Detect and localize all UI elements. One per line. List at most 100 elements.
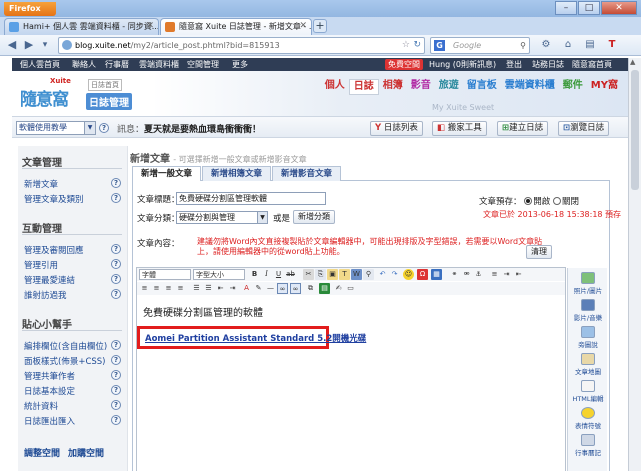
caption-tool-button[interactable]: 旁圖說 (568, 326, 608, 349)
video-tool-button[interactable]: 影片/音樂 (568, 299, 608, 322)
scroll-thumb[interactable] (631, 70, 639, 190)
site-link-more[interactable]: 更多 (232, 58, 248, 71)
paste-text-icon[interactable]: T (339, 269, 350, 280)
nav-guestbook[interactable]: 留言板 (463, 79, 501, 95)
sidebar-item-basic-settings[interactable]: 日誌基本設定 (24, 385, 75, 397)
photo-tool-button[interactable]: 照片/圖片 (568, 272, 608, 295)
help-icon[interactable]: ? (111, 415, 121, 425)
browser-tab-xuite[interactable]: 隨意窩 Xuite 日誌管理 - 新增文章 - ... ✕ (160, 18, 312, 35)
nav-cloud-cabinet[interactable]: 雲端資料櫃 (501, 79, 559, 95)
help-icon[interactable]: ? (111, 274, 121, 284)
site-link-site-blog[interactable]: 站務日誌 (532, 58, 564, 71)
home-icon[interactable]: ⌂ (559, 37, 577, 53)
undo-icon[interactable]: ↶ (377, 269, 388, 280)
site-identity-icon[interactable] (62, 40, 72, 50)
source-icon[interactable]: ▭ (345, 283, 356, 294)
nav-video[interactable]: 影音 (407, 79, 435, 95)
new-tab-button[interactable]: + (313, 19, 327, 33)
maximize-button[interactable]: □ (578, 1, 600, 15)
site-link-xuite-home[interactable]: 隨意窩首頁 (572, 58, 612, 71)
table-icon[interactable]: ▦ (431, 269, 442, 280)
paste-icon[interactable]: ▣ (327, 269, 338, 280)
nav-my-nest[interactable]: MY窩 (587, 79, 622, 95)
sidebar-item-manage-trackbacks[interactable]: 管理引用 (24, 259, 58, 271)
sidebar-item-theme-css[interactable]: 面板樣式(佈景+CSS) (24, 355, 105, 367)
nav-album[interactable]: 相簿 (379, 79, 407, 95)
redo-icon[interactable]: ↷ (389, 269, 400, 280)
tab-new-album-article[interactable]: 新增相簿文章 (202, 166, 272, 181)
sidebar-item-layout-columns[interactable]: 編排欄位(含自由欄位) (24, 340, 107, 352)
sidebar-item-statistics[interactable]: 統計資料 (24, 400, 58, 412)
tab-new-general-article[interactable]: 新增一般文章 (132, 166, 202, 182)
justify-icon[interactable]: ≡ (175, 283, 186, 294)
help-icon[interactable]: ? (111, 178, 121, 188)
align-center-icon[interactable]: ≡ (151, 283, 162, 294)
decrease-indent-icon[interactable]: ⇤ (215, 283, 226, 294)
strikethrough-icon[interactable]: ab (285, 269, 296, 280)
back-arrow-icon[interactable]: ◀ (4, 37, 20, 53)
outdent-icon[interactable]: ⇤ (513, 269, 524, 280)
site-link-home[interactable]: 個人雲首頁 (20, 58, 60, 71)
site-link-logout[interactable]: 登出 (506, 58, 522, 71)
cut-icon[interactable]: ✂ (303, 269, 314, 280)
preview-on-radio[interactable] (524, 197, 533, 205)
clear-button[interactable]: 清理 (526, 245, 552, 259)
help-icon[interactable]: ? (111, 244, 121, 254)
edit-icon[interactable]: ✍ (333, 283, 344, 294)
search-icon[interactable]: ⚲ (520, 38, 526, 53)
help-icon[interactable]: ? (111, 400, 121, 410)
editor-content[interactable]: 免費硬碟分割區管理的軟體 Aomei Partition Assistant S… (137, 296, 565, 471)
bold-icon[interactable]: B (249, 269, 260, 280)
article-title-input[interactable]: 免費硬碟分割區管理軟體 (176, 192, 326, 205)
help-icon[interactable]: ? (111, 370, 121, 380)
browse-blog-button[interactable]: ⊡瀏覽日誌 (558, 121, 610, 136)
tab-close-icon[interactable]: ✕ (299, 19, 307, 34)
align-left-icon[interactable]: ≡ (139, 283, 150, 294)
site-link-cloud-cabinet[interactable]: 雲端資料櫃 (139, 58, 179, 71)
italic-icon[interactable]: I (261, 269, 272, 280)
sidebar-item-export-import[interactable]: 日誌匯出匯入 (24, 415, 75, 427)
blog-list-button[interactable]: Y 日誌列表 (370, 121, 423, 136)
horizontal-rule-icon[interactable]: — (265, 283, 276, 294)
browser-tab-hami[interactable]: Hami+ 個人雲 雲端資料櫃 - 同步資... ✕ (4, 18, 159, 35)
new-category-button[interactable]: 新增分類 (293, 210, 335, 224)
site-link-contacts[interactable]: 聯絡人 (72, 58, 96, 71)
nav-travel[interactable]: 旅遊 (435, 79, 463, 95)
move-tool-button[interactable]: ◧ 搬家工具 (432, 121, 487, 136)
link-toggle-icon[interactable]: ∞ (277, 283, 288, 294)
site-link-calendar[interactable]: 行事曆 (105, 58, 129, 71)
buy-space-link[interactable]: 加購空間 (68, 449, 104, 459)
sidebar-item-favorite-links[interactable]: 管理最愛連結 (24, 274, 75, 286)
font-size-select[interactable]: 字型大小 (193, 269, 245, 280)
anchor-icon[interactable]: ⚓ (473, 269, 484, 280)
reload-icon[interactable]: ↻ (413, 38, 421, 53)
scroll-up-icon[interactable]: ▲ (630, 58, 635, 66)
smiley-icon[interactable]: ☺ (403, 269, 414, 280)
history-dropdown-icon[interactable]: ▾ (38, 37, 52, 53)
category-select[interactable]: 硬碟分割與管理 ▼ (176, 211, 268, 224)
bookmarks-menu-icon[interactable]: ▤ (581, 37, 599, 53)
forward-arrow-icon[interactable]: ▶ (22, 37, 36, 53)
insert-link-icon[interactable]: ⚭ (449, 269, 460, 280)
firefox-menu-button[interactable]: Firefox (4, 2, 56, 16)
help-icon[interactable]: ? (111, 385, 121, 395)
site-link-space-management[interactable]: 空間管理 (187, 58, 219, 71)
close-window-button[interactable]: ✕ (601, 1, 637, 15)
help-icon[interactable]: ? (111, 259, 121, 269)
indent-icon[interactable]: ⇥ (501, 269, 512, 280)
minimize-button[interactable]: – (555, 1, 577, 15)
help-icon[interactable]: ? (111, 340, 121, 350)
underline-icon[interactable]: U (273, 269, 284, 280)
text-color-icon[interactable]: A (241, 283, 252, 294)
bullet-list-icon[interactable]: ☰ (203, 283, 214, 294)
google-search-engine-icon[interactable]: G (434, 40, 445, 51)
help-icon[interactable]: ? (111, 355, 121, 365)
preview-off-radio[interactable] (552, 197, 561, 205)
blog-home-link[interactable]: 日誌首頁 (88, 79, 122, 91)
sidebar-item-manage-replies[interactable]: 管理及審閱回應 (24, 244, 84, 256)
addon-icon[interactable]: ⚙ (537, 37, 555, 53)
page-scrollbar[interactable]: ▲ (628, 58, 641, 471)
calendar-tool-button[interactable]: 行事曆記 (568, 434, 608, 457)
search-input[interactable]: G Google ⚲ (430, 37, 530, 54)
editor-body-link[interactable]: Aomei Partition Assistant Standard 5.2開機… (145, 332, 366, 344)
